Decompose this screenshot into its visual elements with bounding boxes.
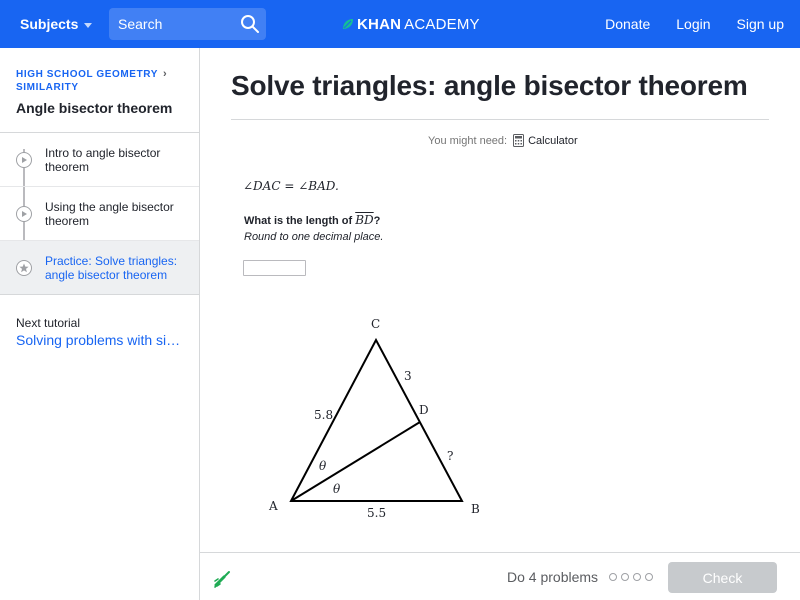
subjects-menu-button[interactable]: Subjects (20, 0, 93, 48)
angle-equation: ∠DAC = ∠BAD. (243, 179, 339, 193)
question-suffix: ? (373, 215, 381, 227)
logo-text-khan: KHAN (357, 15, 402, 33)
account-links: Donate Login Sign up (605, 0, 784, 48)
exercise-area: Solve triangles: angle bisector theorem … (200, 48, 800, 552)
side-db-label: ? (447, 449, 453, 463)
rounding-instruction: Round to one decimal place. (244, 231, 384, 243)
sidebar-item-practice[interactable]: Practice: Solve triangles: angle bisecto… (0, 241, 199, 295)
title-divider (231, 119, 769, 120)
chevron-right-icon: › (163, 68, 168, 80)
vertex-c-label: C (371, 317, 380, 331)
next-tutorial-label: Next tutorial (16, 316, 81, 330)
triangle-figure: A B C D 5.8 3 ? 5.5 θ θ (268, 317, 480, 520)
problem-progress: Do 4 problems (507, 553, 654, 600)
tutorial-sidebar: HIGH SCHOOL GEOMETRY › SIMILARITY Angle b… (0, 48, 200, 600)
sidebar-item-using-video[interactable]: Using the angle bisector theorem (0, 187, 199, 241)
subjects-label: Subjects (20, 16, 79, 32)
tutorial-title: Angle bisector theorem (16, 100, 173, 116)
bisector-ad (290, 421, 421, 502)
exercise-footer: Do 4 problems Check (200, 552, 800, 600)
side-ab-label: 5.5 (367, 506, 386, 520)
star-icon (16, 260, 32, 276)
question-prefix: What is the length of (244, 215, 356, 227)
khan-academy-logo[interactable]: KHAN ACADEMY (342, 0, 480, 48)
angle-cad-label: θ (319, 459, 327, 473)
page-title: Solve triangles: angle bisector theorem (231, 70, 748, 101)
play-icon (16, 152, 32, 168)
question-text: What is the length of BD? (244, 213, 380, 227)
scratchpad-icon[interactable] (212, 567, 234, 589)
calculator-icon (513, 134, 525, 147)
logo-text-academy: ACADEMY (404, 15, 480, 33)
segment-label: BD (355, 213, 374, 227)
vertex-b-label: B (471, 502, 480, 516)
progress-dot (609, 573, 618, 581)
search-icon[interactable] (240, 14, 260, 34)
sidebar-item-label: Intro to angle bisector theorem (45, 145, 161, 174)
calculator-label: Calculator (528, 134, 578, 147)
calculator-link[interactable]: Calculator (513, 134, 578, 147)
vertex-a-label: A (268, 499, 278, 513)
progress-dot (633, 573, 642, 581)
chevron-down-icon (84, 22, 93, 28)
you-might-need-label: You might need: (428, 134, 508, 147)
answer-input[interactable] (243, 260, 306, 276)
sidebar-item-label: Using the angle bisector theorem (45, 199, 174, 228)
play-icon (16, 206, 32, 222)
sidebar-item-label: Practice: Solve triangles: angle bisecto… (45, 253, 178, 282)
side-cd-label: 3 (404, 369, 412, 383)
donate-link[interactable]: Donate (605, 16, 650, 32)
progress-dot (621, 573, 630, 581)
login-link[interactable]: Login (676, 16, 710, 32)
check-button[interactable]: Check (668, 562, 777, 593)
vertex-d-label: D (419, 403, 429, 417)
progress-dot (645, 573, 654, 581)
tutorial-item-list: Intro to angle bisector theorem Using th… (0, 132, 199, 295)
angle-dab-label: θ (333, 482, 341, 496)
tools-hint: You might need: Calculator (428, 134, 578, 147)
breadcrumb-unit[interactable]: SIMILARITY (16, 81, 167, 94)
signup-link[interactable]: Sign up (737, 16, 784, 32)
side-ac-label: 5.8 (314, 408, 333, 422)
sidebar-item-intro-video[interactable]: Intro to angle bisector theorem (0, 133, 199, 187)
do-problems-label: Do 4 problems (507, 569, 599, 585)
progress-dots (609, 573, 654, 581)
next-tutorial-link[interactable]: Solving problems with similar and congru… (16, 332, 186, 348)
top-nav-bar: Subjects KHANACADEMY Donate Login Sign u… (0, 0, 800, 48)
search-box (109, 8, 266, 40)
leaf-icon (343, 19, 353, 29)
breadcrumb[interactable]: HIGH SCHOOL GEOMETRY › SIMILARITY (16, 68, 167, 94)
search-input[interactable] (109, 16, 229, 32)
breadcrumb-course[interactable]: HIGH SCHOOL GEOMETRY (16, 69, 158, 80)
